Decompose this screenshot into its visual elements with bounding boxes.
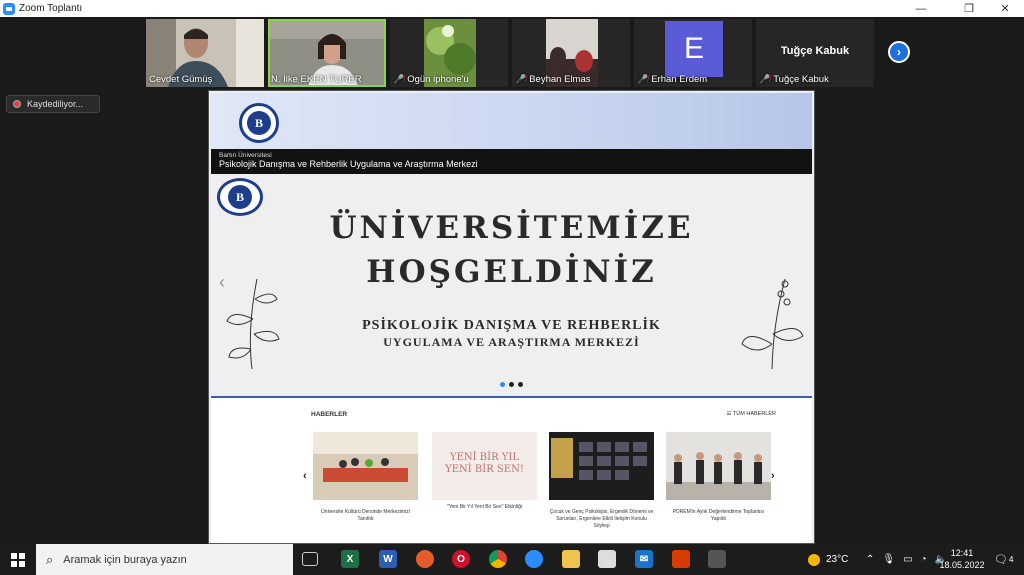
minimize-button[interactable]: — [904,0,938,17]
participant-tile[interactable]: E 🎤̸ Erhan Erdem [634,19,752,87]
participant-name-label: 🎤̸ Tuğçe Kabuk [759,74,829,85]
news-card-image: YENİ BİR YIL YENİ BİR SEN! [432,432,537,500]
next-page-icon[interactable]: › [888,41,910,63]
recording-label: Kaydediliyor... [27,99,84,109]
news-card[interactable]: YENİ BİR YIL YENİ BİR SEN! "Yeni Bir Yıl… [432,432,537,532]
participant-tile[interactable]: Cevdet Gümüş [146,19,264,87]
notification-count: 4 [1008,555,1014,564]
windows-logo-icon [11,552,25,567]
taskbar-search[interactable]: ⌕ Aramak için buraya yazın [36,544,293,575]
firefox-icon[interactable] [416,550,434,568]
store-icon[interactable] [598,550,616,568]
participant-tile-active-speaker[interactable]: N. İlke EKEN TURER [268,19,386,87]
poster-line-1: YENİ BİR YIL [450,452,519,463]
weather-widget[interactable]: 23°C [808,544,848,575]
participant-tile[interactable]: Tuğçe Kabuk 🎤̸ Tuğçe Kabuk [756,19,874,87]
battery-icon[interactable]: ▭ [903,554,912,565]
notification-icon: 🗨 [994,554,1008,566]
news-next-icon[interactable]: › [771,470,775,482]
clock-date: 18.05.2022 [939,559,985,570]
flower-illustration [741,278,804,369]
participant-name-label: Cevdet Gümüş [149,74,213,85]
flower-illustration [226,278,280,369]
window-title: Zoom Toplantı [19,3,83,14]
university-logo: B [239,103,279,143]
participant-name-label: 🎤̸ Ogün iphone'u [393,74,469,85]
excel-icon[interactable]: X [341,550,359,568]
participant-tile[interactable]: 🎤̸ Ogün iphone'u [390,19,508,87]
task-view-icon[interactable] [302,552,318,566]
mic-muted-icon: 🎤̸ [515,74,527,84]
notification-center[interactable]: 🗨 4 [994,544,1013,575]
weather-temp: 23°C [826,554,849,565]
window-titlebar: Zoom Toplantı [0,0,1024,17]
slide-subtitle-2: UYGULAMA VE ARAŞTIRMA MERKEZİ [383,335,640,349]
office-icon[interactable] [672,550,690,568]
poster-line-2: YENİ BİR SEN! [445,464,524,475]
participant-tile[interactable]: 🎤̸ Beyhan Elmas [512,19,630,87]
close-button[interactable]: ✕ [988,0,1022,17]
mic-muted-icon: 🎤̸ [637,74,649,84]
wifi-icon[interactable]: ◔ [921,554,927,565]
shared-screen: B Bartın Üniversitesi Psikolojik Danışma… [208,90,815,544]
news-card-caption: Çocuk ve Genç Psikolojisi, Ergenlik Döne… [549,509,654,529]
mic-muted-icon: 🎤̸ [393,74,405,84]
file-explorer-icon[interactable] [562,550,580,568]
show-hidden-icons-icon[interactable]: ⌃ [866,554,874,565]
site-title-line1: Bartın Üniversitesi [219,152,272,159]
news-card-image [313,432,418,500]
chrome-icon[interactable] [489,550,507,568]
all-news-link[interactable]: ☰ TÜM HABERLER [727,411,776,417]
hero-slider: B ‹ ÜNİVERSİTEMİZE HOŞGELDİNİZ PSİKOLOJİ… [211,174,812,394]
word-icon[interactable]: W [379,550,397,568]
site-header: B [211,93,812,149]
zoom-taskbar-icon[interactable] [525,550,543,568]
recording-indicator[interactable]: Kaydediliyor... [6,95,100,113]
clock-time: 12:41 [950,547,974,558]
news-card[interactable]: Çocuk ve Genç Psikolojisi, Ergenlik Döne… [549,432,654,532]
clock[interactable]: 12:41 18.05.2022 [938,544,986,575]
news-card-caption: "Yeni Bir Yıl Yeni Bir Sen" Etkinliği [447,504,522,510]
slider-dots[interactable] [211,382,812,387]
slide-subtitle-1: PSİKOLOJİK DANIŞMA VE REHBERLİK [362,318,661,333]
slide-heading-2: HOŞGELDİNİZ [366,254,657,290]
calculator-icon[interactable] [708,550,726,568]
system-tray: ⌃ 🎙 ▭ ◔ 🔈 [866,544,947,575]
news-card-caption: Üniversite Kültürü Dersinde Merkezimizi … [321,509,410,522]
participant-name-label: 🎤̸ Beyhan Elmas [515,74,591,85]
news-prev-icon[interactable]: ‹ [303,470,307,482]
site-title-bar: Bartın Üniversitesi Psikolojik Danışma v… [211,149,812,174]
news-section: HABERLER ☰ TÜM HABERLER ‹ › Üniversite K… [211,396,812,543]
news-card[interactable]: PDREM'in Aylık Değerlendirme Toplantısı … [666,432,771,532]
record-icon [13,100,21,108]
mail-icon[interactable]: ✉ [635,550,653,568]
site-title-line2: Psikolojik Danışma ve Rehberlik Uygulama… [219,159,478,169]
news-card-image [549,432,654,500]
start-button[interactable] [0,544,36,575]
microphone-icon[interactable]: 🎙 [882,554,895,565]
sun-icon [808,553,820,566]
news-card-caption: PDREM'in Aylık Değerlendirme Toplantısı … [672,509,765,522]
search-placeholder: Aramak için buraya yazın [63,553,187,566]
slide-heading-1: ÜNİVERSİTEMİZE [329,210,694,246]
participant-avatar: E [665,21,723,77]
news-card-image [666,432,771,500]
participant-display-name: Tuğçe Kabuk [780,45,850,57]
zoom-logo-icon [3,2,15,15]
meeting-area: Cevdet Gümüş N. İlke EKEN TURER 🎤̸ Ogün i… [0,17,1024,544]
news-card[interactable]: Üniversite Kültürü Dersinde Merkezimizi … [313,432,418,532]
opera-icon[interactable]: O [452,550,470,568]
participant-name-label: N. İlke EKEN TURER [271,74,362,85]
mic-muted-icon: 🎤̸ [759,74,771,84]
search-icon: ⌕ [46,551,54,567]
restore-button[interactable]: ❐ [952,0,986,17]
participant-name-label: 🎤̸ Erhan Erdem [637,74,708,85]
news-heading: HABERLER [311,411,348,418]
